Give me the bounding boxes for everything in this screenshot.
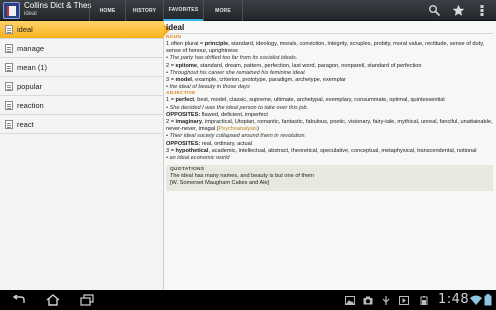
quotations-box: QUOTATIONS The ideal has many names, and… (166, 165, 493, 191)
back-icon[interactable] (12, 295, 26, 305)
list-item[interactable]: ideal (0, 21, 170, 39)
collins-app-icon[interactable] (3, 2, 20, 19)
list-item[interactable]: reaction (0, 97, 164, 115)
tab-home[interactable]: HOME (89, 0, 125, 21)
noun-example-3: • the ideal of beauty in those days (166, 84, 250, 91)
list-item[interactable]: mean (1) (0, 59, 164, 77)
dictionary-entry: ideal NOUN 1 often plural = principle, s… (166, 23, 493, 288)
overflow-menu-icon[interactable] (478, 4, 486, 17)
battery-icon (420, 296, 428, 305)
sense-number: 1 (166, 41, 170, 47)
adj-sense-1: 1 = perfect, best, model, classic, supre… (166, 97, 493, 104)
sense-number: 2 (166, 119, 170, 126)
list-item-label: manage (17, 44, 45, 53)
sense-synonyms: , standard, dream, pattern, perfection, … (196, 62, 422, 69)
sense-number: 3 (166, 77, 170, 84)
tab-favorites[interactable]: FAVORITES (163, 0, 203, 21)
sense-number: 2 (166, 62, 170, 69)
list-item[interactable]: manage (0, 40, 164, 58)
recent-apps-icon[interactable] (80, 294, 94, 306)
media-icon (399, 296, 409, 305)
adj-example-2: • Their ideal society collapsed around t… (166, 133, 307, 140)
noun-example-2: • Throughout his career she remained his… (166, 69, 307, 76)
content-area: ideal manage mean (1) popular reaction r… (0, 21, 496, 290)
clock: 1:48 (438, 292, 470, 307)
app-title: Collins Dict & Thes (24, 1, 92, 10)
sense-keyword[interactable]: perfect (176, 97, 195, 103)
sense-synonyms: , impractical, Utopian, romantic, fantas… (166, 119, 493, 133)
sense-suffix: ) (257, 126, 259, 133)
document-icon (5, 82, 13, 91)
sense-keyword[interactable]: model (176, 77, 192, 83)
gallery-icon[interactable] (345, 296, 355, 305)
sense-keyword[interactable]: imaginary (176, 119, 202, 125)
sense-keyword[interactable]: epitome (176, 63, 197, 69)
entry-headword: ideal (166, 23, 493, 34)
app-subtitle: ideal (24, 11, 37, 17)
document-icon (5, 120, 13, 129)
camera-icon[interactable] (363, 296, 373, 305)
noun-example-1: • The party has drifted too far from its… (166, 55, 298, 62)
adj-example-1: • She decided I was the ideal person to … (166, 104, 309, 111)
system-bar: 1:48 (0, 290, 496, 310)
list-item-label: ideal (17, 25, 33, 34)
quotation-source: [W. Somerset Maugham Cakes and Ale] (170, 180, 270, 187)
battery-icon (484, 294, 492, 306)
noun-sense-2: 2 = epitome, standard, dream, pattern, p… (166, 63, 493, 70)
sense-keyword[interactable]: hypothetical (176, 148, 209, 154)
tab-bar: HOME HISTORY FAVORITES MORE (89, 0, 243, 21)
list-item[interactable]: react (0, 116, 164, 134)
sense-synonyms: , academic, intellectual, abstract, theo… (208, 147, 477, 154)
document-icon (5, 63, 13, 72)
opposites-values: flawed, deficient, imperfect (200, 111, 268, 118)
list-item-label: reaction (17, 101, 44, 110)
sense-synonyms: , best, model, classic, supreme, ultimat… (194, 97, 445, 104)
sense-synonyms: , example, criterion, prototype, paradig… (192, 77, 346, 84)
wifi-icon (470, 295, 482, 305)
home-icon[interactable] (46, 294, 60, 306)
list-item-label: mean (1) (17, 63, 48, 72)
opposites-label: OPPOSITES: (166, 140, 201, 147)
sense-prefix: often plural = (170, 41, 205, 47)
usb-icon (382, 296, 390, 305)
action-bar: Collins Dict & Thes ideal HOME HISTORY F… (0, 0, 496, 21)
list-item-label: react (17, 120, 34, 129)
opposites-values: real, ordinary, actual (200, 140, 253, 147)
sense-keyword[interactable]: principle (205, 41, 228, 47)
sense-number: 3 (166, 147, 170, 154)
noun-sense-3: 3 = model, example, criterion, prototype… (166, 77, 493, 84)
document-icon (5, 101, 13, 110)
adj-sense-2: 2 = imaginary, impractical, Utopian, rom… (166, 119, 493, 133)
usage-link[interactable]: Psychoanalysis (219, 126, 258, 132)
tab-more[interactable]: MORE (203, 0, 243, 21)
opposites-label: OPPOSITES: (166, 111, 201, 118)
tab-history[interactable]: HISTORY (125, 0, 163, 21)
search-icon[interactable] (428, 4, 441, 17)
sense-number: 1 (166, 97, 170, 104)
star-icon[interactable] (452, 4, 465, 17)
quotation-text: The ideal has many names, and beauty is … (170, 173, 314, 180)
adj-example-3: • an ideal economic world (166, 155, 230, 162)
adj-opposites-1: OPPOSITES: flawed, deficient, imperfect (166, 112, 493, 119)
adj-sense-3: 3 = hypothetical, academic, intellectual… (166, 148, 493, 155)
document-icon (5, 25, 13, 34)
document-icon (5, 44, 13, 53)
adj-opposites-2: OPPOSITES: real, ordinary, actual (166, 141, 493, 148)
favorites-list: ideal manage mean (1) popular reaction r… (0, 21, 170, 290)
noun-sense-1: 1 often plural = principle, standard, id… (166, 41, 493, 55)
list-item-label: popular (17, 82, 43, 91)
list-item[interactable]: popular (0, 78, 164, 96)
